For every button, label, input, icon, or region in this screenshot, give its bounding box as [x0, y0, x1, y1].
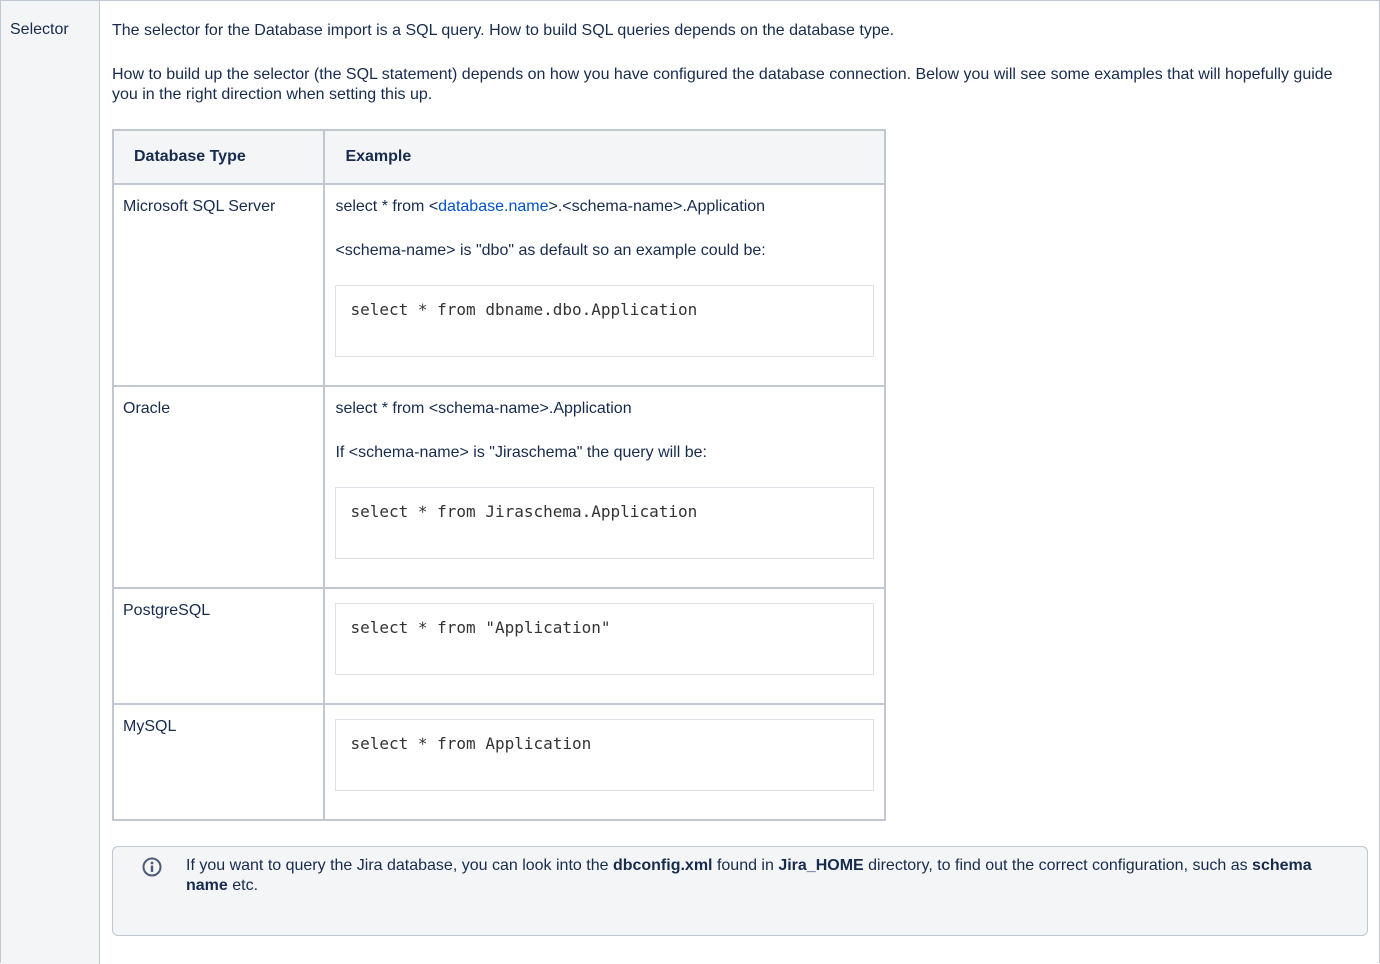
database-examples-table: Database Type Example Microsoft SQL Serv…: [111, 129, 886, 821]
code-block: select * from Application: [335, 719, 874, 791]
table-row-oracle: Oracle select * from <schema-name>.Appli…: [111, 385, 886, 589]
example-note: <schema-name> is "dbo" as default so an …: [335, 242, 766, 259]
column-header-database-type: Database Type: [111, 129, 326, 185]
cell-database-type: Microsoft SQL Server: [111, 183, 326, 387]
dbconfig-filename: dbconfig.xml: [612, 857, 713, 874]
cell-example: select * from <database.name>.<schema-na…: [323, 183, 886, 387]
info-icon: [142, 857, 162, 877]
table-header-row: Database Type Example: [111, 129, 886, 185]
row-header-label: Selector: [10, 21, 69, 38]
column-header-example: Example: [323, 129, 886, 185]
code-block: select * from Jiraschema.Application: [335, 487, 874, 559]
database-name-link[interactable]: database.name: [438, 198, 548, 215]
code-block: select * from "Application": [335, 603, 874, 675]
intro-text: The selector for the Database import is …: [112, 22, 895, 39]
cell-example: select * from "Application": [323, 587, 886, 705]
table-row-postgresql: PostgreSQL select * from "Application": [111, 587, 886, 705]
cell-database-type: Oracle: [111, 385, 326, 589]
example-note: If <schema-name> is "Jiraschema" the que…: [335, 444, 707, 461]
row-header-cell: Selector: [1, 1, 100, 964]
info-panel: If you want to query the Jira database, …: [112, 846, 1368, 936]
description-text: How to build up the selector (the SQL st…: [112, 66, 1333, 103]
cell-database-type: MySQL: [111, 703, 326, 821]
table-row-mssql: Microsoft SQL Server select * from <data…: [111, 183, 886, 387]
code-block: select * from dbname.dbo.Application: [335, 285, 874, 357]
jira-home-dir: Jira_HOME: [778, 857, 864, 874]
table-row-mysql: MySQL select * from Application: [111, 703, 886, 821]
selector-row: Selector The selector for the Database i…: [0, 0, 1380, 964]
cell-example: select * from <schema-name>.Application …: [323, 385, 886, 589]
info-text: If you want to query the Jira database, …: [186, 857, 1312, 894]
example-line: select * from <schema-name>.Application: [335, 400, 632, 417]
cell-database-type: PostgreSQL: [111, 587, 326, 705]
example-line: select * from <database.name>.<schema-na…: [335, 198, 766, 215]
cell-example: select * from Application: [323, 703, 886, 821]
